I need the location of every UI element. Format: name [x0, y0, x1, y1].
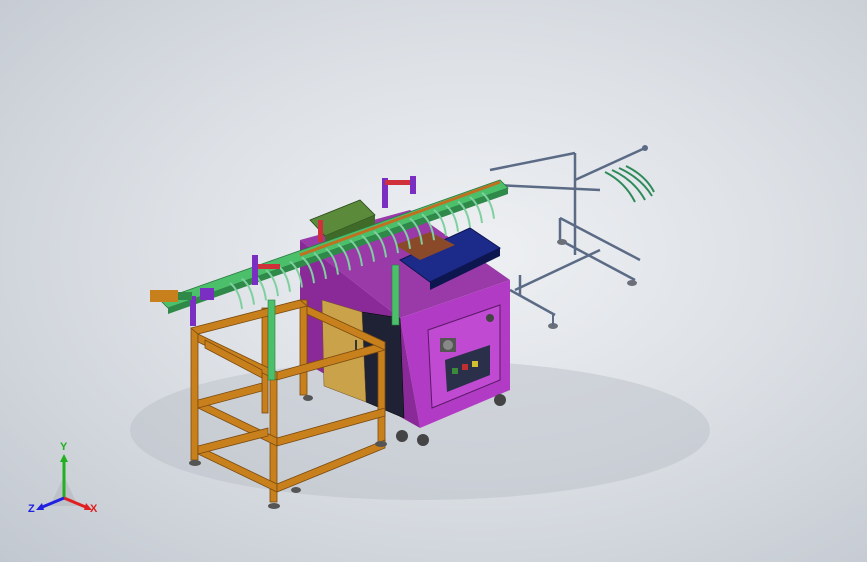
leveling-foot — [189, 460, 201, 466]
cylinder-rod — [385, 180, 413, 185]
rack-base-beam-2 — [509, 288, 556, 317]
rack-side-beam — [559, 216, 641, 262]
rack-cross-beam — [514, 248, 601, 292]
graphics-viewport[interactable]: Y X Z — [0, 0, 867, 562]
frame-post — [190, 327, 199, 461]
rack-arm-end — [642, 145, 648, 151]
rack-mid-beam — [494, 183, 601, 192]
frame-post — [377, 341, 386, 443]
feeder-coupling — [178, 292, 192, 300]
caster-wheel-icon — [396, 430, 408, 442]
cylinder-post — [190, 296, 196, 326]
caster-wheel-icon — [494, 394, 506, 406]
y-arrow-icon — [60, 454, 68, 462]
leveling-foot — [303, 395, 313, 401]
green-support-column — [267, 299, 276, 381]
frame-post — [299, 299, 308, 396]
z-arrow-icon — [36, 503, 44, 510]
orientation-triad[interactable]: Y X Z — [24, 442, 104, 526]
leveling-foot — [291, 487, 301, 493]
caster-wheel-icon — [417, 434, 429, 446]
fan-icon — [443, 340, 453, 350]
frame-post-inner — [261, 307, 269, 414]
cylinder-post — [410, 176, 416, 194]
cylinder-post — [252, 255, 258, 285]
leveling-foot — [268, 503, 280, 509]
hanging-clip — [625, 165, 655, 193]
rack-foot — [557, 239, 567, 245]
rack-base-beam — [559, 238, 636, 282]
power-switch-icon — [486, 314, 494, 322]
green-support-column — [391, 264, 400, 326]
z-axis-label: Z — [28, 503, 35, 515]
cylinder-rod — [318, 220, 323, 242]
x-axis-label: X — [90, 503, 98, 515]
rack-foot — [627, 280, 637, 286]
frame-top-beam — [190, 299, 308, 335]
indicator-light-icon — [462, 364, 468, 370]
indicator-light-icon — [452, 368, 458, 374]
rack-top-beam — [489, 151, 576, 172]
indicator-light-icon — [472, 361, 478, 367]
hanging-clip — [604, 171, 636, 203]
cylinder-rod — [258, 264, 280, 269]
leveling-foot — [375, 441, 387, 447]
feeder-block — [200, 288, 214, 300]
cad-model-assembly[interactable] — [0, 0, 867, 562]
frame-inner-beam — [204, 339, 263, 379]
y-axis-label: Y — [60, 441, 68, 453]
steel-rack[interactable] — [489, 145, 655, 329]
feeder-motor — [150, 290, 178, 302]
